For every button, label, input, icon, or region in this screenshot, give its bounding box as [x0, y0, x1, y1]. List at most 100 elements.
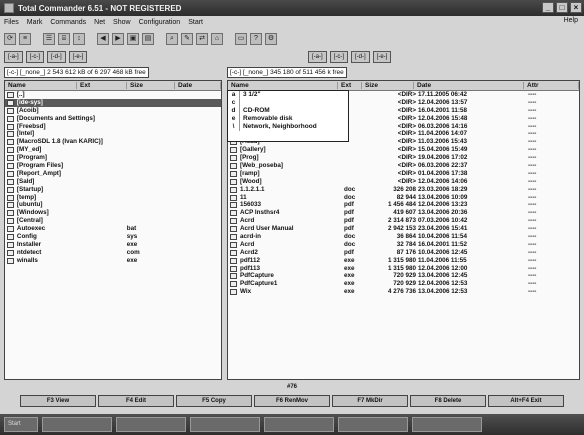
table-row[interactable]: PdfCapture exe 720 929 13.04.2006 12:45 ---- — [228, 272, 579, 280]
table-row[interactable]: ACP Insthsr4 pdf 419 607 13.04.2006 20:36 --… — [228, 209, 579, 217]
brief-view-icon[interactable]: ≡ — [19, 33, 31, 45]
table-row[interactable]: [Program] — [5, 154, 221, 162]
table-row[interactable]: [ramp] <DIR> 01.04.2006 17:38 ---- — [228, 170, 579, 178]
close-button[interactable]: × — [570, 2, 582, 13]
minimize-button[interactable]: _ — [542, 2, 554, 13]
taskbar-item[interactable] — [264, 417, 334, 432]
table-row[interactable]: Config sys — [5, 233, 221, 241]
f6-move-button[interactable]: F6 RenMov — [254, 395, 330, 407]
f3-view-button[interactable]: F3 View — [20, 395, 96, 407]
column-size[interactable]: Size — [127, 82, 175, 89]
column-name[interactable]: Name — [228, 82, 338, 89]
rename-icon[interactable]: ✎ — [181, 33, 193, 45]
table-row[interactable]: [temp] — [5, 194, 221, 202]
menu-commands[interactable]: Commands — [50, 19, 86, 26]
column-date[interactable]: Date — [414, 82, 524, 89]
table-row[interactable]: pdf112 exe 1 315 980 11.04.2006 11:55 ---- — [228, 257, 579, 265]
column-ext[interactable]: Ext — [77, 82, 127, 89]
table-row[interactable]: [MacroSDL 1.8 (Ivan KARIC)] — [5, 138, 221, 146]
column-name[interactable]: Name — [5, 82, 77, 89]
dropdown-item[interactable]: a3 1/2" — [228, 91, 348, 99]
menu-configuration[interactable]: Configuration — [139, 19, 181, 26]
unpack-icon[interactable]: ▤ — [142, 33, 154, 45]
drive-e-button[interactable]: [-e-] — [68, 51, 88, 63]
table-row[interactable]: Wix exe 4 276 736 13.04.2006 12:53 ---- — [228, 288, 579, 296]
help-icon[interactable]: ? — [250, 33, 262, 45]
dropdown-item[interactable]: e Removable disk — [228, 115, 348, 123]
table-row[interactable]: [MY_ed] — [5, 146, 221, 154]
taskbar-item[interactable] — [42, 417, 112, 432]
drive-a-button[interactable]: [-a-] — [308, 51, 327, 63]
table-row[interactable]: Installer exe — [5, 241, 221, 249]
table-row[interactable]: acrd-in doc 36 864 10.04.2006 11:54 ---- — [228, 233, 579, 241]
table-row[interactable]: [Prog] <DIR> 19.04.2006 17:02 ---- — [228, 154, 579, 162]
table-row[interactable]: [Startup] — [5, 186, 221, 194]
drive-d-button[interactable]: [-d-] — [351, 51, 370, 63]
drive-a-button[interactable]: [-a-] — [4, 51, 23, 63]
f7-mkdir-button[interactable]: F7 MkDir — [332, 395, 408, 407]
drive-e-button[interactable]: [-e-] — [372, 51, 392, 63]
drive-d-button[interactable]: [-d-] — [47, 51, 66, 63]
taskbar-item[interactable] — [116, 417, 186, 432]
full-view-icon[interactable]: ☰ — [43, 33, 55, 45]
table-row[interactable]: Acrd User Manual pdf 2 942 153 23.04.2006 1… — [228, 225, 579, 233]
menu-mark[interactable]: Mark — [27, 19, 43, 26]
dropdown-item[interactable]: d CD-ROM — [228, 107, 348, 115]
exit-button[interactable]: Alt+F4 Exit — [488, 395, 564, 407]
table-row[interactable]: [Intel] — [5, 130, 221, 138]
search-icon[interactable]: ⌕ — [166, 33, 178, 45]
taskbar-item[interactable] — [190, 417, 260, 432]
table-row[interactable]: [Program Files] — [5, 162, 221, 170]
refresh-icon[interactable]: ⟳ — [4, 33, 16, 45]
f8-delete-button[interactable]: F8 Delete — [410, 395, 486, 407]
maximize-button[interactable]: □ — [556, 2, 568, 13]
taskbar-item[interactable] — [412, 417, 482, 432]
table-row[interactable]: pdf113 exe 1 315 980 12.04.2006 12:00 ---- — [228, 265, 579, 273]
table-row[interactable]: Autoexec bat — [5, 225, 221, 233]
column-attr[interactable]: Attr — [524, 82, 579, 89]
menu-show[interactable]: Show — [113, 19, 131, 26]
table-row[interactable]: winalls exe — [5, 257, 221, 265]
table-row[interactable]: Acrd2 pdf 87 176 10.04.2006 12:45 ---- — [228, 249, 579, 257]
back-icon[interactable]: ◀ — [97, 33, 109, 45]
dropdown-item[interactable]: \ Network, Neighborhood — [228, 123, 348, 131]
table-row[interactable]: [Central] — [5, 217, 221, 225]
forward-icon[interactable]: ▶ — [112, 33, 124, 45]
tree-icon[interactable]: ⌸ — [58, 33, 70, 45]
ftp-icon[interactable]: ⇄ — [196, 33, 208, 45]
table-row[interactable]: [Freebsd] — [5, 123, 221, 131]
table-row[interactable]: [Report_Ampt] — [5, 170, 221, 178]
dropdown-item[interactable]: c — [228, 99, 348, 107]
pack-icon[interactable]: ▣ — [127, 33, 139, 45]
table-row[interactable]: Acrd doc 32 784 16.04.2001 11:52 ---- — [228, 241, 579, 249]
f5-copy-button[interactable]: F5 Copy — [176, 395, 252, 407]
table-row[interactable]: [Acoib] — [5, 107, 221, 115]
table-row[interactable]: [Gallery] <DIR> 15.04.2006 15:49 ---- — [228, 146, 579, 154]
start-button[interactable]: Start — [4, 417, 38, 432]
table-row[interactable]: [ide-sys] — [5, 98, 221, 107]
menu-start[interactable]: Start — [188, 19, 203, 26]
menu-help[interactable]: Help — [564, 17, 578, 24]
table-row[interactable]: [..] — [5, 91, 221, 99]
table-row[interactable]: [Web_poseba] <DIR> 06.03.2006 22:37 ---- — [228, 162, 579, 170]
table-row[interactable]: [Windows] — [5, 209, 221, 217]
table-row[interactable]: PdfCapture1 exe 720 929 12.04.2006 12:53 ---… — [228, 280, 579, 288]
right-path-box[interactable]: [-c-] [_none_] 345 180 of 511 456 k free — [227, 66, 347, 78]
table-row[interactable]: 1.1.2.1.1 doc 326 208 23.03.2006 18:29 ---- — [228, 186, 579, 194]
table-row[interactable]: [Documents and Settings] — [5, 115, 221, 123]
table-row[interactable]: [ubuntu] — [5, 201, 221, 209]
table-row[interactable]: ntdetect com — [5, 249, 221, 257]
table-row[interactable]: 11 doc 82 944 13.04.2006 10:09 ---- — [228, 194, 579, 202]
table-row[interactable]: 156033 pdf 1 456 484 12.04.2006 13:23 ---- — [228, 201, 579, 209]
table-row[interactable]: [Wood] <DIR> 12.04.2006 14:06 ---- — [228, 178, 579, 186]
table-row[interactable]: [Sald] — [5, 178, 221, 186]
column-ext[interactable]: Ext — [338, 82, 362, 89]
column-size[interactable]: Size — [362, 82, 414, 89]
settings-icon[interactable]: ⚙ — [265, 33, 277, 45]
f4-edit-button[interactable]: F4 Edit — [98, 395, 174, 407]
sort-icon[interactable]: ↕ — [73, 33, 85, 45]
menu-files[interactable]: Files — [4, 19, 19, 26]
drive-c-button[interactable]: [-c-] — [329, 51, 349, 63]
notepad-icon[interactable]: ▭ — [235, 33, 247, 45]
column-date[interactable]: Date — [175, 82, 221, 89]
